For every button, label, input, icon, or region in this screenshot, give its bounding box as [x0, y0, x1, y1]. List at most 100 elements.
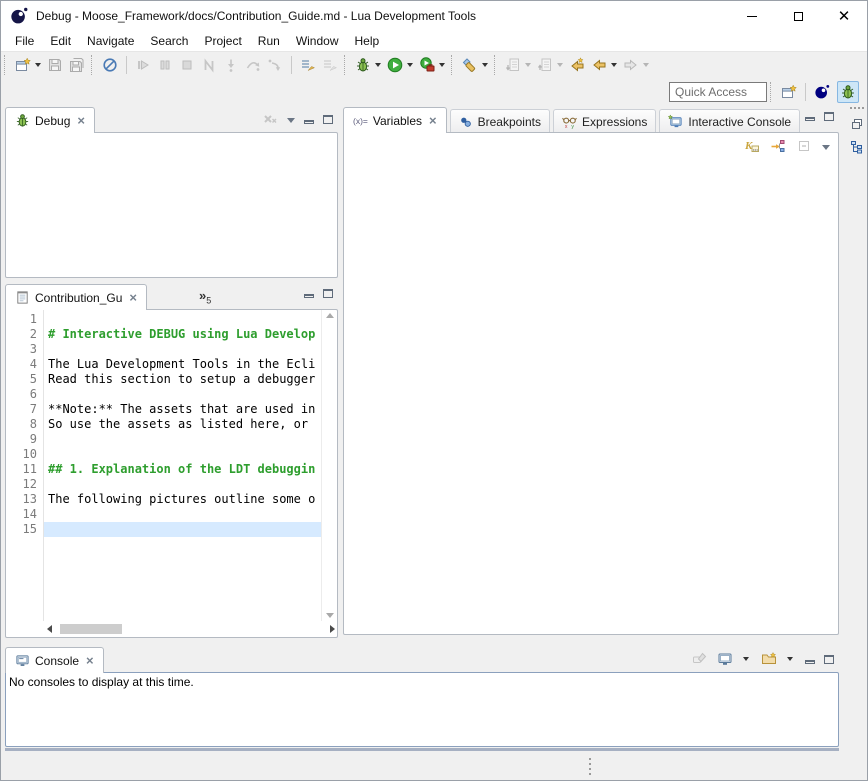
view-menu-icon[interactable]: [287, 118, 295, 123]
scroll-left-icon[interactable]: [47, 625, 52, 633]
menu-navigate[interactable]: Navigate: [79, 32, 142, 50]
window-close-button[interactable]: ✕: [821, 1, 867, 31]
editor-tab-close-icon[interactable]: ×: [129, 291, 137, 304]
menu-file[interactable]: File: [7, 32, 42, 50]
maximize-view-icon[interactable]: [323, 289, 333, 298]
use-step-filters-button[interactable]: [297, 54, 319, 76]
save-all-button[interactable]: [66, 54, 88, 76]
window-maximize-button[interactable]: [775, 1, 821, 31]
external-tools-button[interactable]: [416, 54, 438, 76]
new-wizard-dropdown[interactable]: [35, 63, 41, 67]
editor-line[interactable]: [44, 432, 321, 447]
scroll-up-icon[interactable]: [326, 313, 334, 318]
editor-line[interactable]: ## 1. Explanation of the LDT debuggin: [44, 462, 321, 477]
trim-drag-handle[interactable]: [850, 107, 864, 109]
editor-tab[interactable]: Contribution_Gu ×: [5, 284, 147, 310]
menu-help[interactable]: Help: [347, 32, 388, 50]
menu-edit[interactable]: Edit: [42, 32, 79, 50]
skip-all-breakpoints-button[interactable]: [99, 54, 121, 76]
debug-view-tab[interactable]: Debug ×: [5, 107, 95, 133]
menu-project[interactable]: Project: [196, 32, 249, 50]
quick-access-input[interactable]: Quick Access: [669, 82, 767, 102]
open-console-icon[interactable]: [761, 651, 777, 667]
next-annotation-button[interactable]: [502, 54, 524, 76]
terminate-button[interactable]: [176, 54, 198, 76]
open-console-dropdown[interactable]: [787, 657, 793, 661]
console-bottom-sash[interactable]: [5, 748, 839, 751]
editor-line[interactable]: Read this section to setup a debugger: [44, 372, 321, 387]
tab-interactive-console[interactable]: Interactive Console: [659, 109, 800, 133]
forward-button[interactable]: [620, 54, 642, 76]
debug-launch-dropdown[interactable]: [375, 63, 381, 67]
menu-search[interactable]: Search: [142, 32, 196, 50]
resume-button[interactable]: [132, 54, 154, 76]
back-dropdown[interactable]: [611, 63, 617, 67]
maximize-view-icon[interactable]: [323, 115, 333, 124]
hidden-editors-chevron[interactable]: »5: [199, 288, 211, 306]
suspend-button[interactable]: [154, 54, 176, 76]
tab-expressions[interactable]: xy Expressions: [553, 109, 656, 133]
editor-line[interactable]: [44, 312, 321, 327]
console-content[interactable]: No consoles to display at this time.: [5, 672, 839, 747]
run-launch-button[interactable]: [384, 54, 406, 76]
status-bar-drag-handle[interactable]: [589, 758, 591, 775]
debug-view-content[interactable]: [5, 132, 338, 278]
minimize-view-icon[interactable]: [805, 660, 815, 664]
search-dropdown[interactable]: [482, 63, 488, 67]
step-return-button[interactable]: [264, 54, 286, 76]
editor-line[interactable]: [44, 507, 321, 522]
view-menu-icon[interactable]: [822, 145, 830, 150]
menu-run[interactable]: Run: [250, 32, 288, 50]
editor-vertical-scrollbar[interactable]: [321, 310, 337, 621]
back-button[interactable]: [588, 54, 610, 76]
collapse-all-icon[interactable]: [796, 138, 812, 154]
variables-close-icon[interactable]: ×: [429, 114, 437, 127]
scroll-right-icon[interactable]: [330, 625, 335, 633]
outline-view-icon[interactable]: [849, 139, 865, 155]
next-annotation-dropdown[interactable]: [525, 63, 531, 67]
editor-line[interactable]: So use the assets as listed here, or: [44, 417, 321, 432]
scroll-down-icon[interactable]: [326, 613, 334, 618]
debug-perspective-button[interactable]: [837, 81, 859, 103]
search-button[interactable]: [459, 54, 481, 76]
editor-line[interactable]: The following pictures outline some o: [44, 492, 321, 507]
show-logical-structures-icon[interactable]: [770, 138, 786, 154]
edit-step-filters-button[interactable]: [319, 54, 341, 76]
tab-breakpoints[interactable]: Breakpoints: [450, 109, 550, 133]
editor-line[interactable]: **Note:** The assets that are used in: [44, 402, 321, 417]
display-console-dropdown[interactable]: [743, 657, 749, 661]
forward-dropdown[interactable]: [643, 63, 649, 67]
open-perspective-button[interactable]: [778, 81, 800, 103]
console-tab[interactable]: Console ×: [5, 647, 104, 673]
tab-variables[interactable]: (x)= Variables ×: [343, 107, 447, 133]
disconnect-button[interactable]: [198, 54, 220, 76]
minimize-view-icon[interactable]: [304, 294, 314, 298]
step-over-button[interactable]: [242, 54, 264, 76]
maximize-view-icon[interactable]: [824, 655, 834, 664]
window-minimize-button[interactable]: [729, 1, 775, 31]
debug-view-close-icon[interactable]: ×: [77, 114, 85, 127]
minimize-view-icon[interactable]: [805, 117, 815, 121]
editor-line[interactable]: [44, 477, 321, 492]
editor-line[interactable]: The Lua Development Tools in the Ecli: [44, 357, 321, 372]
minimize-view-icon[interactable]: [304, 120, 314, 124]
code-area[interactable]: # Interactive DEBUG using Lua Develop The…: [44, 310, 321, 621]
debug-launch-button[interactable]: [352, 54, 374, 76]
editor-horizontal-scrollbar[interactable]: [45, 621, 337, 637]
console-close-icon[interactable]: ×: [86, 654, 94, 667]
scrollbar-thumb[interactable]: [60, 624, 122, 634]
external-tools-dropdown[interactable]: [439, 63, 445, 67]
maximize-view-icon[interactable]: [824, 112, 834, 121]
editor-line[interactable]: # Interactive DEBUG using Lua Develop: [44, 327, 321, 342]
restore-view-icon[interactable]: [849, 116, 865, 132]
editor-line[interactable]: [44, 522, 321, 537]
menu-window[interactable]: Window: [288, 32, 347, 50]
pin-console-icon[interactable]: [692, 651, 708, 667]
editor-line[interactable]: [44, 387, 321, 402]
lua-perspective-button[interactable]: [811, 81, 833, 103]
editor-line[interactable]: [44, 342, 321, 357]
run-launch-dropdown[interactable]: [407, 63, 413, 67]
editor-line[interactable]: [44, 447, 321, 462]
new-wizard-button[interactable]: [12, 54, 34, 76]
display-selected-console-icon[interactable]: [717, 651, 733, 667]
